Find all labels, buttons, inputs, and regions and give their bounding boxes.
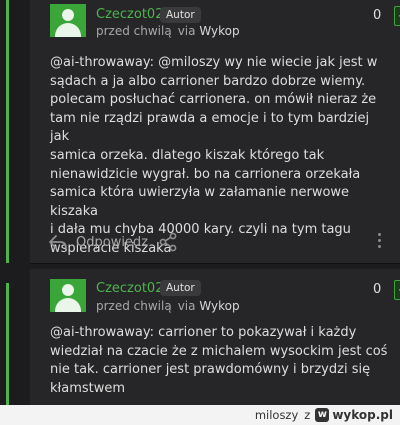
comment-body: @ai-throwaway: carrioner to pokazywał i … (50, 324, 390, 398)
user-avatar-icon[interactable] (50, 279, 86, 312)
wykop-logo-icon: w (315, 408, 330, 422)
comment-meta: przed chwilą via Wykop (96, 24, 240, 38)
footer-separator: z (304, 408, 311, 422)
comment-time: przed chwilą (96, 299, 172, 313)
comment-line: sądach a ja albo carrioner bardzo dobrze… (50, 73, 366, 89)
thread-line (6, 283, 9, 405)
vote-score: 0 (373, 8, 382, 23)
thread-line (6, 0, 9, 263)
user-avatar-icon[interactable] (50, 4, 86, 37)
comment: Czeczot02 Autor przed chwilą via Wykop 0 … (30, 0, 400, 264)
author-badge: Autor (160, 7, 201, 23)
comment-line: samica która uwierzyła w załamanie nerwo… (50, 185, 350, 219)
more-vertical-icon[interactable] (378, 233, 382, 251)
comment-author[interactable]: Czeczot02 (96, 281, 163, 296)
comment: Czeczot02 Autor przed chwilą via Wykop 0 … (30, 269, 400, 405)
comment-line: @ai-throwaway: @miloszy wy nie wiecie ja… (50, 55, 378, 70)
author-badge: Autor (160, 280, 201, 296)
reply-button[interactable]: Odpowiedz (76, 235, 148, 250)
comment-line: nienawidzicie wygrał. bo na carrionera o… (50, 166, 361, 182)
comment-author[interactable]: Czeczot02 (96, 7, 163, 22)
upvote-button[interactable]: + (394, 280, 400, 300)
via-label: via (177, 24, 196, 38)
via-app[interactable]: Wykop (199, 299, 239, 313)
source-footer: miloszy z w wykop.pl (0, 405, 400, 425)
comment-body: @ai-throwaway: @miloszy wy nie wiecie ja… (50, 54, 390, 259)
comment-line: samica orzeka. dlatego kiszak którego ta… (50, 147, 325, 163)
comment-line: tam nie rządzi prawda a emocje i to tym … (50, 110, 370, 145)
comment-line: kłamstwem (50, 380, 126, 396)
via-app[interactable]: Wykop (199, 24, 239, 38)
footer-brand: wykop.pl (332, 408, 393, 422)
comment-meta: przed chwilą via Wykop (96, 299, 240, 313)
comment-actions: Odpowiedz (48, 231, 178, 253)
comment-line: polecam posłuchać carrionera. on mówił n… (50, 92, 377, 108)
upvote-button[interactable]: + (394, 6, 400, 26)
comment-time: przed chwilą (96, 24, 172, 38)
share-icon[interactable] (158, 232, 178, 252)
footer-username: miloszy (254, 408, 299, 422)
comment-line: nie tak. carrioner jest prawdomówny i br… (50, 362, 371, 378)
reply-arrow-icon[interactable] (48, 232, 68, 252)
vote-score: 0 (373, 282, 382, 297)
comment-line: wiedział na czacie że z michalem wysocki… (50, 343, 388, 359)
comment-line: @ai-throwaway: carrioner to pokazywał i … (50, 325, 357, 340)
via-label: via (177, 299, 196, 313)
